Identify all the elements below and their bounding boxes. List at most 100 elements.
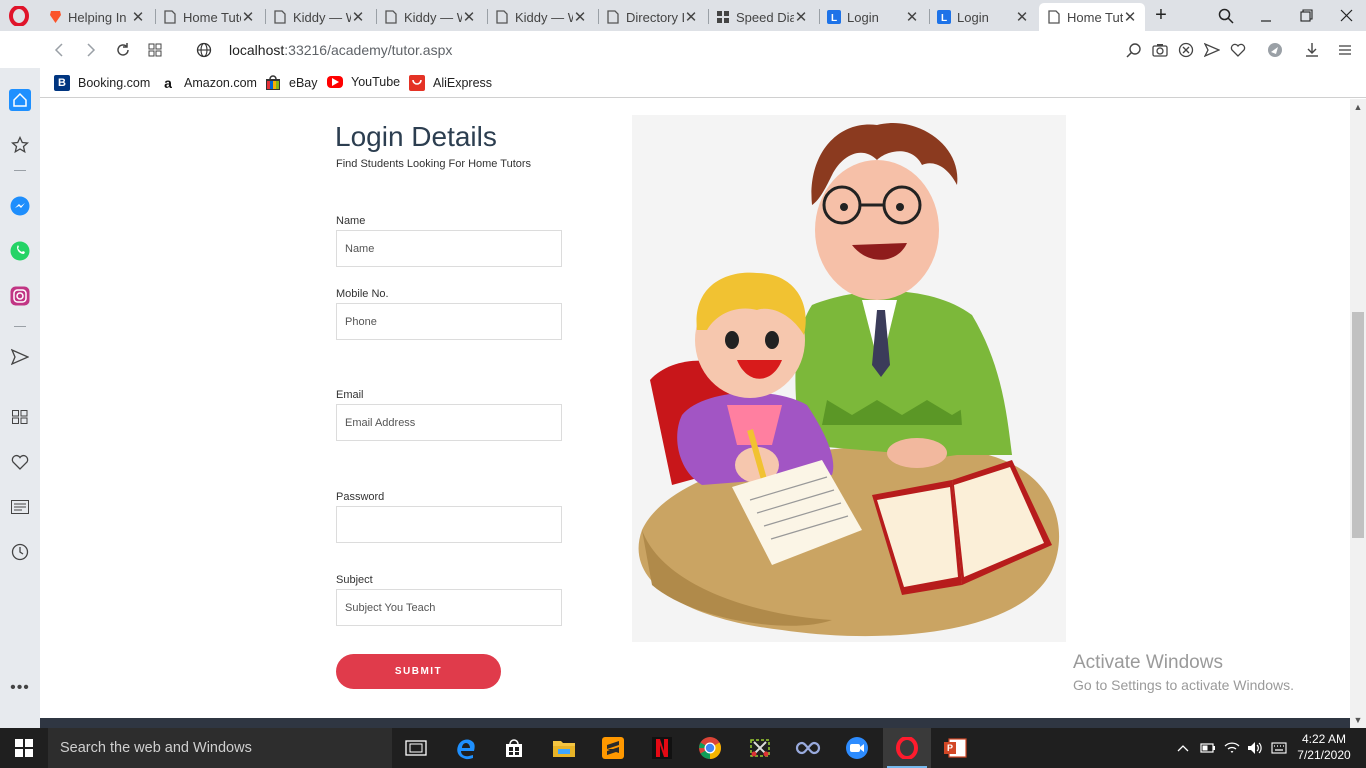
new-tab-button[interactable]: + bbox=[1141, 0, 1181, 31]
close-icon[interactable]: ✕ bbox=[462, 8, 476, 26]
chrome-icon[interactable] bbox=[686, 728, 734, 768]
vpn-icon[interactable] bbox=[1264, 39, 1286, 61]
more-icon[interactable]: ••• bbox=[9, 677, 31, 699]
opera-logo-icon[interactable] bbox=[9, 5, 29, 27]
back-button[interactable] bbox=[48, 39, 70, 61]
send-to-icon[interactable] bbox=[9, 346, 31, 368]
store-icon[interactable] bbox=[490, 728, 538, 768]
submit-button[interactable]: SUBMIT bbox=[336, 654, 501, 689]
tab-kiddy-2[interactable]: Kiddy — W ✕ bbox=[376, 3, 484, 31]
svg-text:P: P bbox=[947, 743, 953, 753]
snipping-tool-icon[interactable] bbox=[736, 728, 784, 768]
globe-icon[interactable] bbox=[193, 39, 215, 61]
page-icon bbox=[1047, 10, 1061, 24]
close-icon[interactable]: ✕ bbox=[241, 8, 255, 26]
search-tabs-icon[interactable] bbox=[1206, 0, 1246, 31]
close-icon[interactable]: ✕ bbox=[1123, 8, 1137, 26]
download-icon[interactable] bbox=[1301, 39, 1323, 61]
activate-windows-subtitle: Go to Settings to activate Windows. bbox=[1073, 677, 1294, 693]
svg-text:L: L bbox=[831, 13, 837, 24]
adblock-icon[interactable] bbox=[1175, 39, 1197, 61]
close-icon[interactable]: ✕ bbox=[794, 8, 808, 26]
tab-directory[interactable]: Directory L ✕ bbox=[598, 3, 706, 31]
tab-title: Kiddy — W bbox=[515, 9, 573, 25]
tray-overflow-icon[interactable] bbox=[1173, 738, 1193, 758]
battery-icon[interactable] bbox=[1198, 738, 1218, 758]
close-icon[interactable]: ✕ bbox=[905, 8, 919, 26]
close-icon[interactable]: ✕ bbox=[1015, 8, 1029, 26]
amazon-icon: a bbox=[160, 75, 176, 91]
close-icon[interactable]: ✕ bbox=[131, 8, 145, 26]
close-window-button[interactable] bbox=[1326, 0, 1366, 31]
password-input[interactable] bbox=[336, 506, 562, 543]
star-icon[interactable] bbox=[9, 134, 31, 156]
home-icon[interactable] bbox=[9, 89, 31, 111]
forward-button[interactable] bbox=[80, 39, 102, 61]
tab-kiddy-3[interactable]: Kiddy — W ✕ bbox=[487, 3, 595, 31]
tab-speed-dial[interactable]: Speed Dial ✕ bbox=[708, 3, 816, 31]
bookmark-amazon[interactable]: a Amazon.com bbox=[160, 75, 257, 91]
email-input[interactable] bbox=[336, 404, 562, 441]
edge-icon[interactable] bbox=[442, 728, 490, 768]
page-search-icon[interactable] bbox=[1123, 39, 1145, 61]
bookmark-ebay[interactable]: eBay bbox=[265, 75, 318, 91]
whatsapp-icon[interactable] bbox=[9, 240, 31, 262]
bookmark-youtube[interactable]: YouTube bbox=[327, 75, 400, 89]
keyboard-icon[interactable] bbox=[1269, 738, 1289, 758]
zoom-icon[interactable] bbox=[833, 728, 881, 768]
taskbar-clock[interactable]: 4:22 AM 7/21/2020 bbox=[1290, 731, 1358, 763]
booking-icon: B bbox=[54, 75, 70, 91]
subject-input[interactable] bbox=[336, 589, 562, 626]
history-clock-icon[interactable] bbox=[9, 541, 31, 563]
reload-button[interactable] bbox=[112, 39, 134, 61]
speed-dial-grid-icon[interactable] bbox=[9, 406, 31, 428]
tab-helping[interactable]: Helping In ✕ bbox=[40, 3, 153, 31]
messenger-icon[interactable] bbox=[9, 195, 31, 217]
infinity-app-icon[interactable] bbox=[784, 728, 832, 768]
volume-icon[interactable] bbox=[1245, 738, 1265, 758]
tab-home-tutor[interactable]: Home Tuto ✕ bbox=[155, 3, 263, 31]
start-button[interactable] bbox=[0, 728, 48, 768]
tabs-grid-icon[interactable] bbox=[144, 39, 166, 61]
tab-kiddy-1[interactable]: Kiddy — W ✕ bbox=[265, 3, 373, 31]
task-view-icon[interactable] bbox=[392, 728, 440, 768]
email-label: Email bbox=[336, 389, 364, 401]
heart-icon[interactable] bbox=[1227, 39, 1249, 61]
tab-title: Kiddy — W bbox=[293, 9, 351, 25]
scroll-down-arrow[interactable]: ▼ bbox=[1350, 713, 1366, 727]
tab-title: Login bbox=[847, 9, 879, 25]
instagram-icon[interactable] bbox=[9, 285, 31, 307]
scrollbar-thumb[interactable] bbox=[1352, 312, 1364, 538]
file-explorer-icon[interactable] bbox=[540, 728, 588, 768]
close-icon[interactable]: ✕ bbox=[684, 8, 698, 26]
tab-home-tutor-active[interactable]: Home Tuto ✕ bbox=[1039, 3, 1145, 31]
tab-login-2[interactable]: L Login ✕ bbox=[929, 3, 1037, 31]
name-label: Name bbox=[336, 215, 366, 227]
wifi-icon[interactable] bbox=[1222, 738, 1242, 758]
bookmark-aliexpress[interactable]: AliExpress bbox=[409, 75, 492, 91]
restore-button[interactable] bbox=[1286, 0, 1326, 31]
minimize-button[interactable] bbox=[1246, 0, 1286, 31]
netflix-icon[interactable] bbox=[638, 728, 686, 768]
powerpoint-icon[interactable]: P bbox=[931, 728, 979, 768]
tab-login-1[interactable]: L Login ✕ bbox=[819, 3, 927, 31]
activate-windows-title: Activate Windows bbox=[1073, 652, 1223, 673]
send-icon[interactable] bbox=[1201, 39, 1223, 61]
sublime-text-icon[interactable] bbox=[589, 728, 637, 768]
opera-taskbar-icon[interactable] bbox=[883, 728, 931, 768]
news-icon[interactable] bbox=[9, 496, 31, 518]
taskbar: Search the web and Windows P 4:22 AM 7/2… bbox=[0, 728, 1366, 768]
subject-label: Subject bbox=[336, 574, 373, 586]
close-icon[interactable]: ✕ bbox=[351, 8, 365, 26]
scroll-up-arrow[interactable]: ▲ bbox=[1350, 100, 1366, 114]
easy-setup-icon[interactable] bbox=[1334, 39, 1356, 61]
name-input[interactable] bbox=[336, 230, 562, 267]
bookmarks-heart-icon[interactable] bbox=[9, 451, 31, 473]
taskbar-search-box[interactable]: Search the web and Windows bbox=[48, 728, 392, 768]
phone-input[interactable] bbox=[336, 303, 562, 340]
snapshot-camera-icon[interactable] bbox=[1149, 39, 1171, 61]
url-field[interactable]: localhost:33216/academy/tutor.aspx bbox=[229, 42, 452, 58]
svg-text:L: L bbox=[941, 13, 947, 24]
close-icon[interactable]: ✕ bbox=[573, 8, 587, 26]
bookmark-booking[interactable]: B Booking.com bbox=[54, 75, 150, 91]
